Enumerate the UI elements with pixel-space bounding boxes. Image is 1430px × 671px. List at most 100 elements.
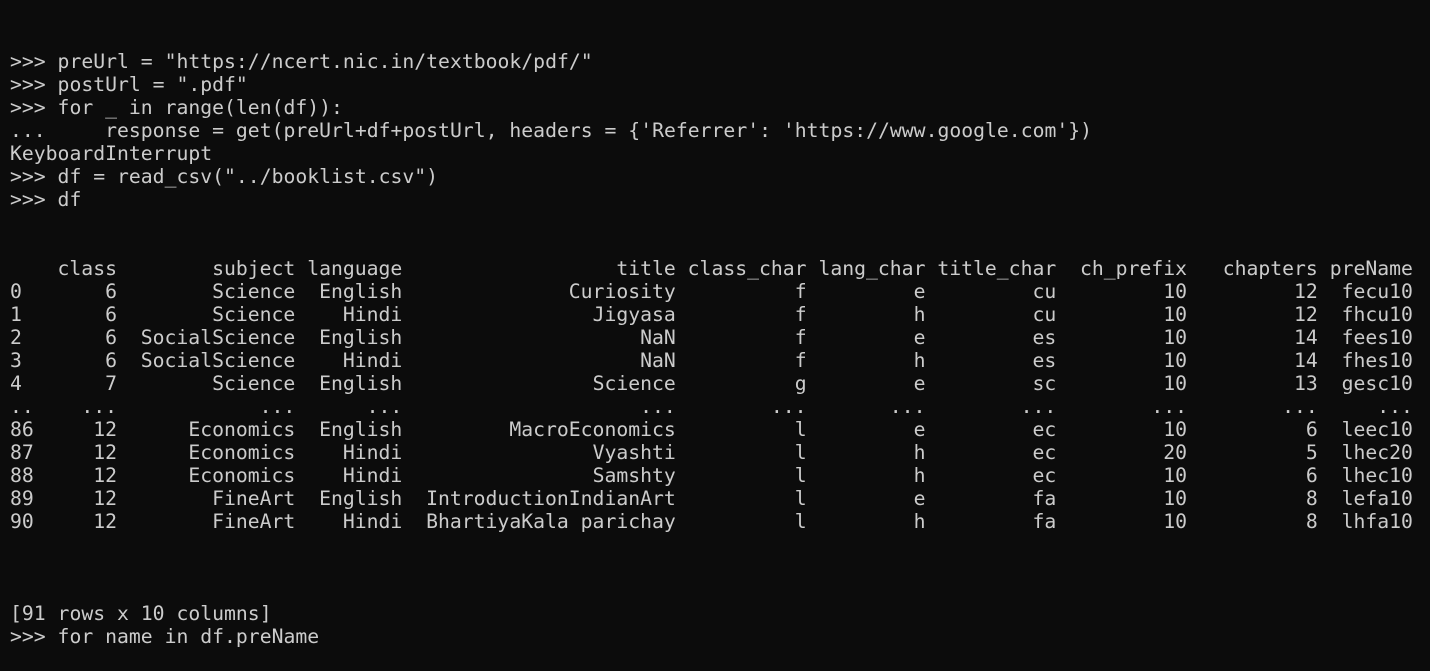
cell-class: 12 [93, 510, 117, 533]
cell-ch_prefix: 10 [1163, 487, 1188, 510]
terminal-line: >>> preUrl = "https://ncert.nic.in/textb… [10, 50, 593, 73]
cell-title_char: ec [1032, 418, 1057, 441]
cell-lang_char: e [913, 487, 926, 510]
cell-ch_prefix: 10 [1163, 280, 1188, 303]
terminal-line: >>> for name in df.preName [10, 625, 320, 648]
cell-class_char: g [794, 372, 807, 395]
cell-title: Vyashti [592, 441, 676, 464]
cell-preName: preName [1329, 257, 1413, 280]
cell-class_char: f [794, 280, 807, 303]
cell-ch_prefix: ... [1151, 395, 1188, 418]
cell-class: 12 [93, 487, 117, 510]
cell-class_char: l [794, 487, 807, 510]
cell-lang_char: e [913, 372, 926, 395]
terminal-line: >>> df [10, 188, 82, 211]
cell-ch_prefix: 20 [1163, 441, 1188, 464]
row-index: 90 [10, 510, 34, 533]
table-row: 87 12 Economics Hindi Vyashti l h ec 20 5 lhec20 [10, 441, 1413, 464]
cell-title: BhartiyaKala parichay [426, 510, 676, 533]
cell-subject: Science [212, 372, 296, 395]
row-index: 3 [10, 349, 22, 372]
row-index: 1 [10, 303, 22, 326]
cell-lang_char: h [913, 349, 926, 372]
terminal-output[interactable]: >>> preUrl = "https://ncert.nic.in/textb… [10, 4, 1413, 671]
cell-title_char: cu [1032, 280, 1057, 303]
cell-chapters: 14 [1294, 326, 1318, 349]
cell-title: Curiosity [568, 280, 676, 303]
cell-class_char: f [794, 349, 807, 372]
cell-chapters: 12 [1294, 303, 1318, 326]
cell-subject: Science [212, 303, 296, 326]
cell-title: Science [592, 372, 676, 395]
cell-lang_char: e [913, 280, 926, 303]
cell-class_char: f [794, 303, 807, 326]
cell-title: NaN [640, 349, 676, 372]
table-row: 4 7 Science English Science g e sc 10 13 gesc10 [10, 372, 1413, 395]
table-row: 86 12 Economics English MacroEconomics l e ec 10… [10, 418, 1413, 441]
terminal-line: >>> postUrl = ".pdf" [10, 73, 248, 96]
cell-title_char: cu [1032, 303, 1057, 326]
cell-class_char: l [794, 441, 807, 464]
cell-class_char: f [794, 326, 807, 349]
cell-title: MacroEconomics [509, 418, 676, 441]
table-header: class subject language title class_char lang_… [10, 257, 1413, 280]
cell-subject: subject [212, 257, 296, 280]
cell-class: 12 [93, 418, 117, 441]
cell-subject: SocialScience [140, 326, 296, 349]
cell-subject: Economics [188, 464, 296, 487]
cell-ch_prefix: 10 [1163, 510, 1188, 533]
cell-chapters: 5 [1305, 441, 1318, 464]
cell-title_char: sc [1032, 372, 1057, 395]
cell-ch_prefix: ch_prefix [1080, 257, 1188, 280]
cell-title: Jigyasa [592, 303, 676, 326]
cell-lang_char: h [913, 464, 926, 487]
terminal-line: ... response = get(preUrl+df+postUrl, he… [10, 119, 1093, 142]
terminal-line: [91 rows x 10 columns] [10, 602, 272, 625]
cell-subject: FineArt [212, 510, 296, 533]
terminal-line: KeyboardInterrupt [10, 142, 213, 165]
cell-subject: SocialScience [140, 349, 296, 372]
table-row: 89 12 FineArt English IntroductionIndianArt l… [10, 487, 1413, 510]
cell-preName: lhec10 [1341, 464, 1413, 487]
cell-chapters: 14 [1294, 349, 1318, 372]
cell-language: Hindi [342, 441, 403, 464]
cell-title_char: es [1032, 349, 1057, 372]
cell-lang_char: h [913, 303, 926, 326]
cell-lang_char: ... [889, 395, 926, 418]
row-index: 87 [10, 441, 34, 464]
row-index: 89 [10, 487, 34, 510]
cell-class: 6 [105, 280, 117, 303]
row-index: 0 [10, 280, 22, 303]
cell-class_char: l [794, 510, 807, 533]
cell-class_char: l [794, 464, 807, 487]
cell-language: Hindi [342, 510, 403, 533]
cell-preName: fhes10 [1341, 349, 1413, 372]
cell-class: 12 [93, 441, 117, 464]
cell-lang_char: lang_char [818, 257, 926, 280]
row-index: 4 [10, 372, 22, 395]
cell-ch_prefix: 10 [1163, 303, 1188, 326]
table-row: ................................ [10, 395, 1413, 418]
cell-class: 6 [105, 349, 117, 372]
cell-class: class [57, 257, 117, 280]
cell-ch_prefix: 10 [1163, 418, 1188, 441]
cell-lang_char: e [913, 418, 926, 441]
command-history: >>> preUrl = "https://ncert.nic.in/textb… [10, 50, 1413, 211]
cell-preName: lhec20 [1341, 441, 1413, 464]
cell-language: English [319, 280, 403, 303]
terminal-line: >>> for _ in range(len(df)): [10, 96, 343, 119]
row-index: 2 [10, 326, 22, 349]
cell-language: ... [366, 395, 403, 418]
cell-preName: ... [1377, 395, 1413, 418]
cell-class_char: ... [770, 395, 807, 418]
cell-ch_prefix: 10 [1163, 372, 1188, 395]
trailing-output: [91 rows x 10 columns] >>> for name in df… [10, 579, 1413, 648]
cell-language: English [319, 372, 403, 395]
cell-preName: fecu10 [1341, 280, 1413, 303]
cell-chapters: 13 [1294, 372, 1318, 395]
cell-class_char: l [794, 418, 807, 441]
cell-class_char: class_char [687, 257, 807, 280]
cell-ch_prefix: 10 [1163, 464, 1188, 487]
cell-lang_char: h [913, 510, 926, 533]
